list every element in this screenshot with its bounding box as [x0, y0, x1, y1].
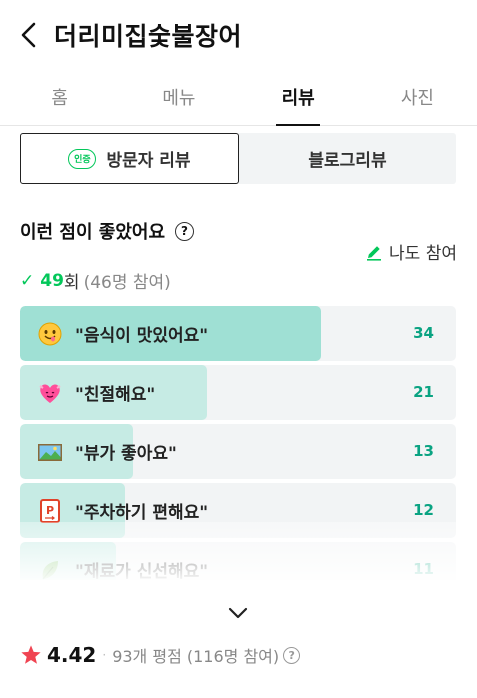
keyword-row[interactable]: "뷰가 좋아요" 13 — [20, 424, 456, 479]
chevron-left-icon — [21, 22, 36, 48]
header: 더리미집숯불장어 — [0, 0, 477, 68]
tab-bar: 홈 메뉴 리뷰 사진 — [0, 68, 477, 126]
blog-review-button[interactable]: 블로그리뷰 — [239, 133, 456, 184]
separator-dot: · — [102, 648, 107, 662]
heart-emoji-icon — [39, 384, 61, 403]
keyword-label: "친절해요" — [75, 385, 156, 405]
rating-summary: 4.42 · 93개 평점 (116명 참여) ? — [20, 643, 301, 667]
leaf-emoji-icon — [42, 561, 58, 580]
visitor-review-button[interactable]: 인증 방문자 리뷰 — [20, 133, 239, 184]
keyword-count: 12 — [413, 501, 434, 519]
rating-score: 4.42 — [47, 643, 97, 667]
participation-count: ✓ 49 회 (46명 참여) — [20, 268, 171, 294]
keyword-label: "뷰가 좋아요" — [75, 444, 177, 464]
chevron-down-icon — [228, 607, 248, 619]
pencil-icon — [367, 245, 382, 261]
keyword-count: 13 — [413, 442, 434, 460]
section-title: 이런 점이 좋았어요 ? — [20, 218, 195, 244]
check-icon: ✓ — [20, 270, 35, 291]
count-participants: (46명 참여) — [83, 273, 171, 293]
keyword-row[interactable]: "재료가 신선해요" 11 — [20, 542, 456, 580]
tab-menu[interactable]: 메뉴 — [119, 68, 238, 125]
keyword-count: 21 — [413, 383, 434, 401]
landscape-emoji-icon — [38, 444, 62, 461]
smiley-emoji-icon — [38, 322, 62, 346]
keyword-row[interactable]: P "주차하기 편해요" 12 — [20, 483, 456, 538]
count-unit: 회 — [63, 273, 80, 293]
expand-more-button[interactable] — [222, 598, 254, 628]
visitor-review-label: 방문자 리뷰 — [106, 151, 191, 171]
keyword-label: "음식이 맛있어요" — [75, 326, 209, 346]
keyword-row[interactable]: "친절해요" 21 — [20, 365, 456, 420]
count-number: 49 — [40, 270, 64, 291]
back-button[interactable] — [14, 18, 44, 52]
join-button[interactable]: 나도 참여 — [365, 239, 457, 264]
svg-text:P: P — [46, 504, 54, 517]
rating-help-icon[interactable]: ? — [283, 646, 301, 664]
rating-count: 93개 평점 (116명 참여) — [112, 647, 280, 666]
tab-review[interactable]: 리뷰 — [239, 68, 358, 125]
tab-home[interactable]: 홈 — [0, 68, 119, 125]
join-label: 나도 참여 — [389, 244, 457, 264]
keyword-row[interactable]: "음식이 맛있어요" 34 — [20, 306, 456, 361]
tab-photo[interactable]: 사진 — [358, 68, 477, 125]
keyword-list: "음식이 맛있어요" 34 "친절해요" 21 "뷰가 좋아요" 13 P "주… — [20, 306, 456, 580]
page-title: 더리미집숯불장어 — [54, 22, 243, 51]
certified-badge-icon: 인증 — [68, 148, 97, 169]
keyword-count: 11 — [413, 560, 434, 578]
review-type-toggle: 인증 방문자 리뷰 블로그리뷰 — [20, 133, 456, 184]
help-icon[interactable]: ? — [175, 221, 195, 241]
section-title-text: 이런 점이 좋았어요 — [20, 222, 166, 243]
keyword-count: 34 — [413, 324, 434, 342]
parking-emoji-icon: P — [40, 499, 60, 523]
keyword-label: "재료가 신선해요" — [75, 562, 209, 580]
star-icon — [21, 645, 41, 664]
keyword-label: "주차하기 편해요" — [75, 503, 209, 523]
